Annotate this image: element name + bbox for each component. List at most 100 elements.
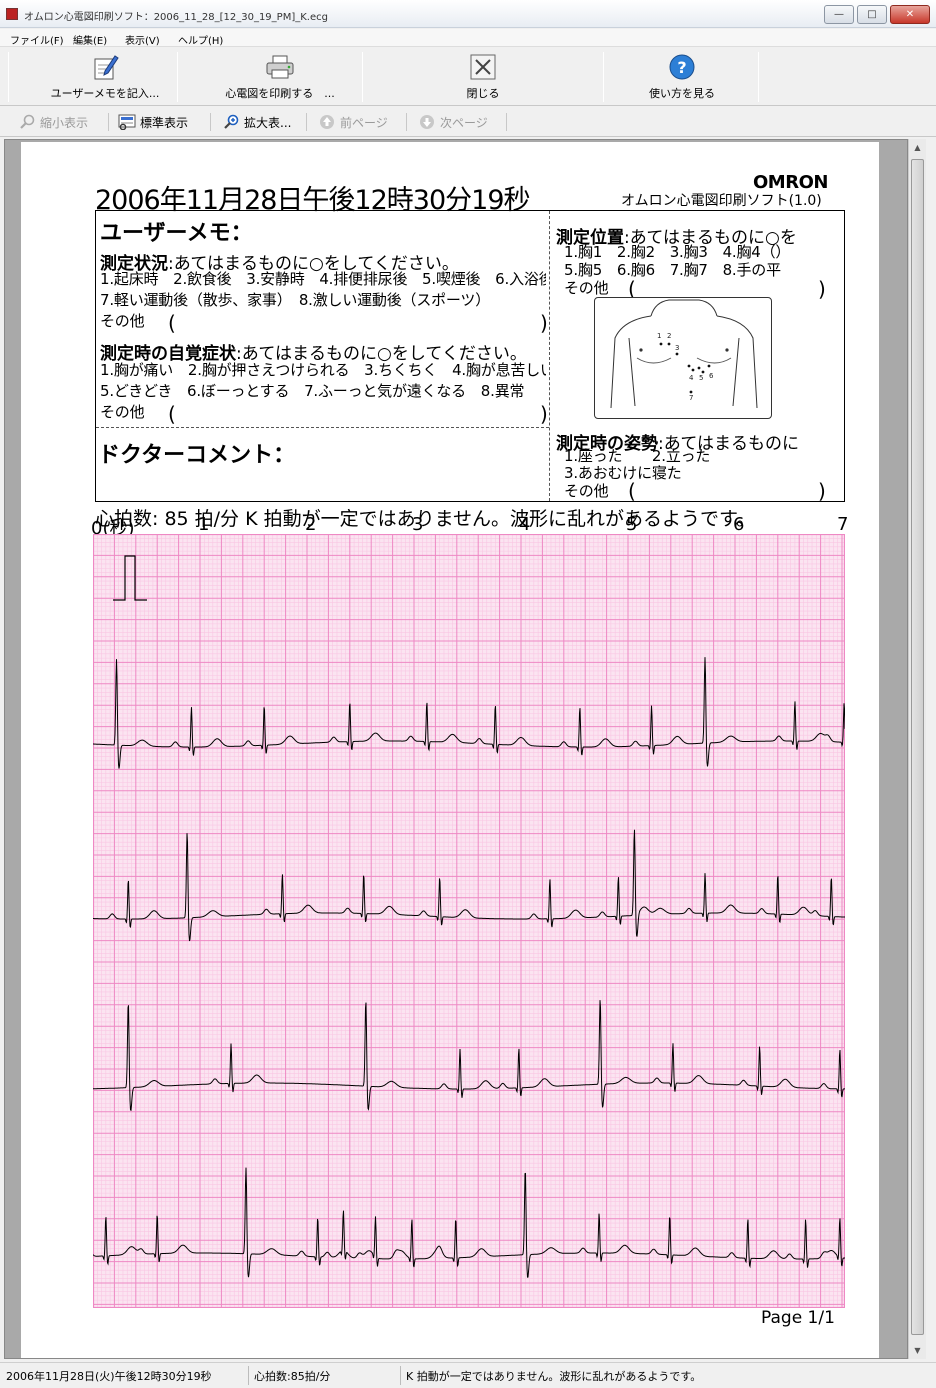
- toolbar-separator: [306, 113, 307, 131]
- view-toolbar: 縮小表示 標準表示 拡大表... 前ページ 次ページ: [0, 107, 936, 137]
- menu-bar: ファイル(F) 編集(E) 表示(V) ヘルプ(H): [0, 29, 936, 47]
- toolbar-separator: [506, 113, 507, 131]
- doctor-comment-title: ドクターコメント：: [98, 443, 296, 468]
- axis-label-7: 7: [837, 514, 849, 535]
- svg-text:?: ?: [677, 58, 686, 77]
- magnifier-plus-icon: [222, 113, 240, 131]
- main-toolbar: ユーザーメモを記入... 心電図を印刷する ... 閉じる ? 使い方を見る: [0, 48, 936, 106]
- svg-text:2: 2: [667, 332, 671, 340]
- zoom-in-label: 拡大表...: [244, 115, 292, 130]
- memo-title: ユーザーメモ：: [100, 221, 253, 246]
- printer-icon: [265, 53, 295, 81]
- scroll-up-arrow-icon[interactable]: ▲: [909, 139, 926, 156]
- situation-options-1: 1.起床時 2.飲食後 3.安静時 4.排便排尿後 5.喫煙後 6.入浴後: [100, 270, 546, 288]
- pencil-note-icon: [90, 53, 120, 81]
- maximize-button[interactable]: □: [857, 5, 887, 24]
- status-message: K 拍動が一定ではありません。波形に乱れがあるようです。: [406, 1370, 702, 1383]
- zoom-out-label: 縮小表示: [40, 115, 89, 130]
- preview-page: 2006年11月28日午後12時30分19秒 OMRON オムロン心電図印刷ソフ…: [21, 142, 879, 1358]
- next-page-label: 次ページ: [440, 115, 488, 130]
- toolbar-separator: [406, 113, 407, 131]
- close-icon: [468, 53, 498, 81]
- menu-edit[interactable]: 編集(E): [73, 32, 107, 47]
- window-controls: — □ ✕: [824, 5, 930, 24]
- axis-label-5: 5: [626, 514, 638, 535]
- title-bar: オムロン心電図印刷ソフト：2006_11_28_[12_30_19_PM]_K.…: [0, 0, 936, 28]
- status-bar: 2006年11月28日(火)午後12時30分19秒 心拍数:85拍/分 K 拍動…: [0, 1362, 936, 1388]
- paren-open: (: [168, 402, 176, 426]
- svg-text:5: 5: [699, 374, 703, 382]
- user-memo-label: ユーザーメモを記入...: [50, 87, 160, 100]
- prev-page-button[interactable]: 前ページ: [318, 111, 388, 133]
- position-other: その他: [564, 279, 609, 297]
- svg-text:4: 4: [689, 374, 694, 382]
- paren-close: ): [818, 277, 826, 301]
- status-datetime: 2006年11月28日(火)午後12時30分19秒: [6, 1370, 212, 1383]
- memo-divider-horizontal: [96, 427, 549, 428]
- close-window-button[interactable]: ✕: [890, 5, 930, 24]
- arrow-up-circle-icon: [318, 113, 336, 131]
- prev-page-label: 前ページ: [340, 115, 388, 130]
- situation-other: その他: [100, 312, 145, 330]
- page-number: Page 1/1: [761, 1308, 835, 1328]
- paren-open: (: [168, 311, 176, 335]
- axis-label-1: 1: [198, 514, 210, 535]
- electrode-position-diagram: 12 3 456 7: [594, 297, 772, 419]
- toolbar-separator: [177, 52, 178, 102]
- axis-label-2: 2: [305, 514, 317, 535]
- toolbar-separator: [108, 113, 109, 131]
- status-heart-rate: 心拍数:85拍/分: [254, 1370, 331, 1383]
- print-ecg-button[interactable]: 心電図を印刷する ...: [205, 50, 355, 104]
- scroll-down-arrow-icon[interactable]: ▼: [909, 1342, 926, 1359]
- ecg-waveform-grid: [93, 534, 845, 1308]
- menu-view[interactable]: 表示(V): [125, 32, 160, 47]
- zoom-in-button[interactable]: 拡大表...: [222, 111, 291, 133]
- svg-text:6: 6: [709, 372, 714, 380]
- standard-view-label: 標準表示: [140, 115, 189, 130]
- toolbar-separator: [603, 52, 604, 102]
- print-preview-area[interactable]: 2006年11月28日午後12時30分19秒 OMRON オムロン心電図印刷ソフ…: [4, 139, 908, 1359]
- next-page-button[interactable]: 次ページ: [418, 111, 488, 133]
- minimize-button[interactable]: —: [824, 5, 854, 24]
- paren-close: ): [540, 311, 548, 335]
- zoom-out-button[interactable]: 縮小表示: [18, 111, 88, 133]
- toolbar-separator: [210, 113, 211, 131]
- vertical-scrollbar[interactable]: ▲ ▼: [908, 139, 926, 1359]
- symptom-options-1: 1.胸が痛い 2.胸が押さえつけられる 3.ちくちく 4.胸が息苦しい: [100, 361, 546, 379]
- help-label: 使い方を見る: [649, 87, 715, 100]
- user-memo-box: ユーザーメモ： 測定状況:あてはまるものに○をしてください。 1.起床時 2.飲…: [95, 210, 845, 502]
- close-button[interactable]: 閉じる: [440, 50, 526, 104]
- arrow-down-circle-icon: [418, 113, 436, 131]
- help-icon: ?: [667, 53, 697, 81]
- standard-view-icon: [118, 113, 136, 131]
- scroll-thumb[interactable]: [911, 159, 924, 1335]
- paren-open: (: [628, 479, 636, 502]
- symptom-options-2: 5.どきどき 6.ぼーっとする 7.ふーっと気が遠くなる 8.異常: [100, 382, 525, 400]
- symptom-other: その他: [100, 403, 145, 421]
- paren-close: ): [818, 479, 826, 502]
- grid-background: [93, 534, 845, 1308]
- axis-label-4: 4: [519, 514, 531, 535]
- axis-label-3: 3: [412, 514, 424, 535]
- svg-text:3: 3: [675, 344, 679, 352]
- svg-text:7: 7: [689, 394, 693, 402]
- posture-other: その他: [564, 482, 609, 500]
- user-memo-button[interactable]: ユーザーメモを記入...: [40, 50, 170, 104]
- toolbar-separator: [8, 52, 9, 102]
- help-button[interactable]: ? 使い方を見る: [630, 50, 734, 104]
- svg-text:1: 1: [657, 332, 661, 340]
- close-label: 閉じる: [466, 87, 500, 100]
- toolbar-separator: [362, 52, 363, 102]
- print-ecg-label: 心電図を印刷する ...: [225, 87, 335, 100]
- situation-options-2: 7.軽い運動後（散歩、家事） 8.激しい運動後（スポーツ）: [100, 291, 491, 309]
- status-separator: [248, 1366, 249, 1385]
- standard-view-button[interactable]: 標準表示: [118, 111, 188, 133]
- magnifier-minus-icon: [18, 113, 36, 131]
- paren-close: ): [540, 402, 548, 426]
- software-name: オムロン心電図印刷ソフト(1.0): [621, 193, 822, 209]
- toolbar-separator: [758, 52, 759, 102]
- status-separator: [400, 1366, 401, 1385]
- axis-label-6: 6: [733, 514, 745, 535]
- menu-help[interactable]: ヘルプ(H): [178, 32, 223, 47]
- menu-file[interactable]: ファイル(F): [10, 32, 64, 47]
